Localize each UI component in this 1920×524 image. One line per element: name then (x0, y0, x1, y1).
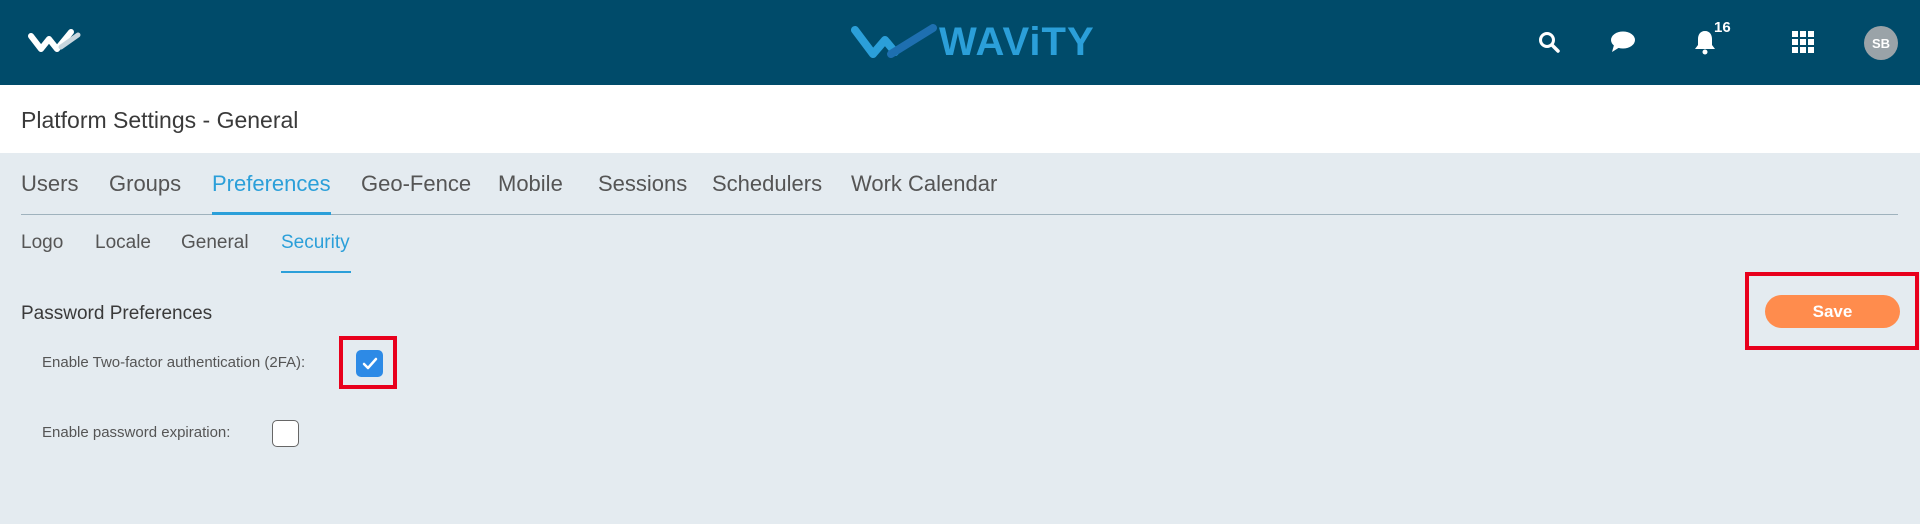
save-button[interactable]: Save (1765, 295, 1900, 328)
wavity-mark-icon (851, 24, 937, 58)
section-title: Password Preferences (21, 303, 213, 324)
tab-users[interactable]: Users (21, 171, 78, 197)
apps-grid-icon[interactable] (1787, 26, 1819, 58)
two-factor-label: Enable Two-factor authentication (2FA): (42, 354, 306, 371)
chat-icon[interactable] (1607, 26, 1639, 58)
two-factor-checkbox[interactable] (356, 350, 383, 377)
brand-name: WAViTY (939, 19, 1095, 64)
user-avatar[interactable]: SB (1864, 26, 1898, 60)
subtab-security[interactable]: Security (281, 232, 350, 254)
password-expiration-label: Enable password expiration: (42, 424, 231, 441)
tab-schedulers[interactable]: Schedulers (712, 171, 822, 197)
checkmark-icon (362, 357, 377, 369)
wavity-logo-icon[interactable] (28, 28, 84, 58)
subtab-logo[interactable]: Logo (21, 232, 63, 254)
subtab-general[interactable]: General (181, 232, 249, 254)
page-title: Platform Settings - General (21, 107, 299, 133)
active-tab-indicator (212, 212, 331, 215)
top-bar: WAViTY 16 SB (0, 0, 1920, 85)
search-icon[interactable] (1533, 26, 1565, 58)
tab-work-calendar[interactable]: Work Calendar (851, 171, 997, 197)
tab-geo-fence[interactable]: Geo-Fence (361, 171, 471, 197)
brand-logo: WAViTY (851, 18, 1095, 66)
tab-mobile[interactable]: Mobile (498, 171, 563, 197)
tab-sessions[interactable]: Sessions (598, 171, 687, 197)
subtab-locale[interactable]: Locale (95, 232, 151, 254)
title-bar: Platform Settings - General (0, 85, 1920, 153)
tab-groups[interactable]: Groups (109, 171, 181, 197)
password-expiration-checkbox[interactable] (272, 420, 299, 447)
active-subtab-indicator (281, 271, 351, 273)
settings-tabs: Users Groups Preferences Geo-Fence Mobil… (21, 153, 1898, 215)
tab-preferences[interactable]: Preferences (212, 171, 331, 197)
notification-count-badge: 16 (1714, 19, 1731, 36)
